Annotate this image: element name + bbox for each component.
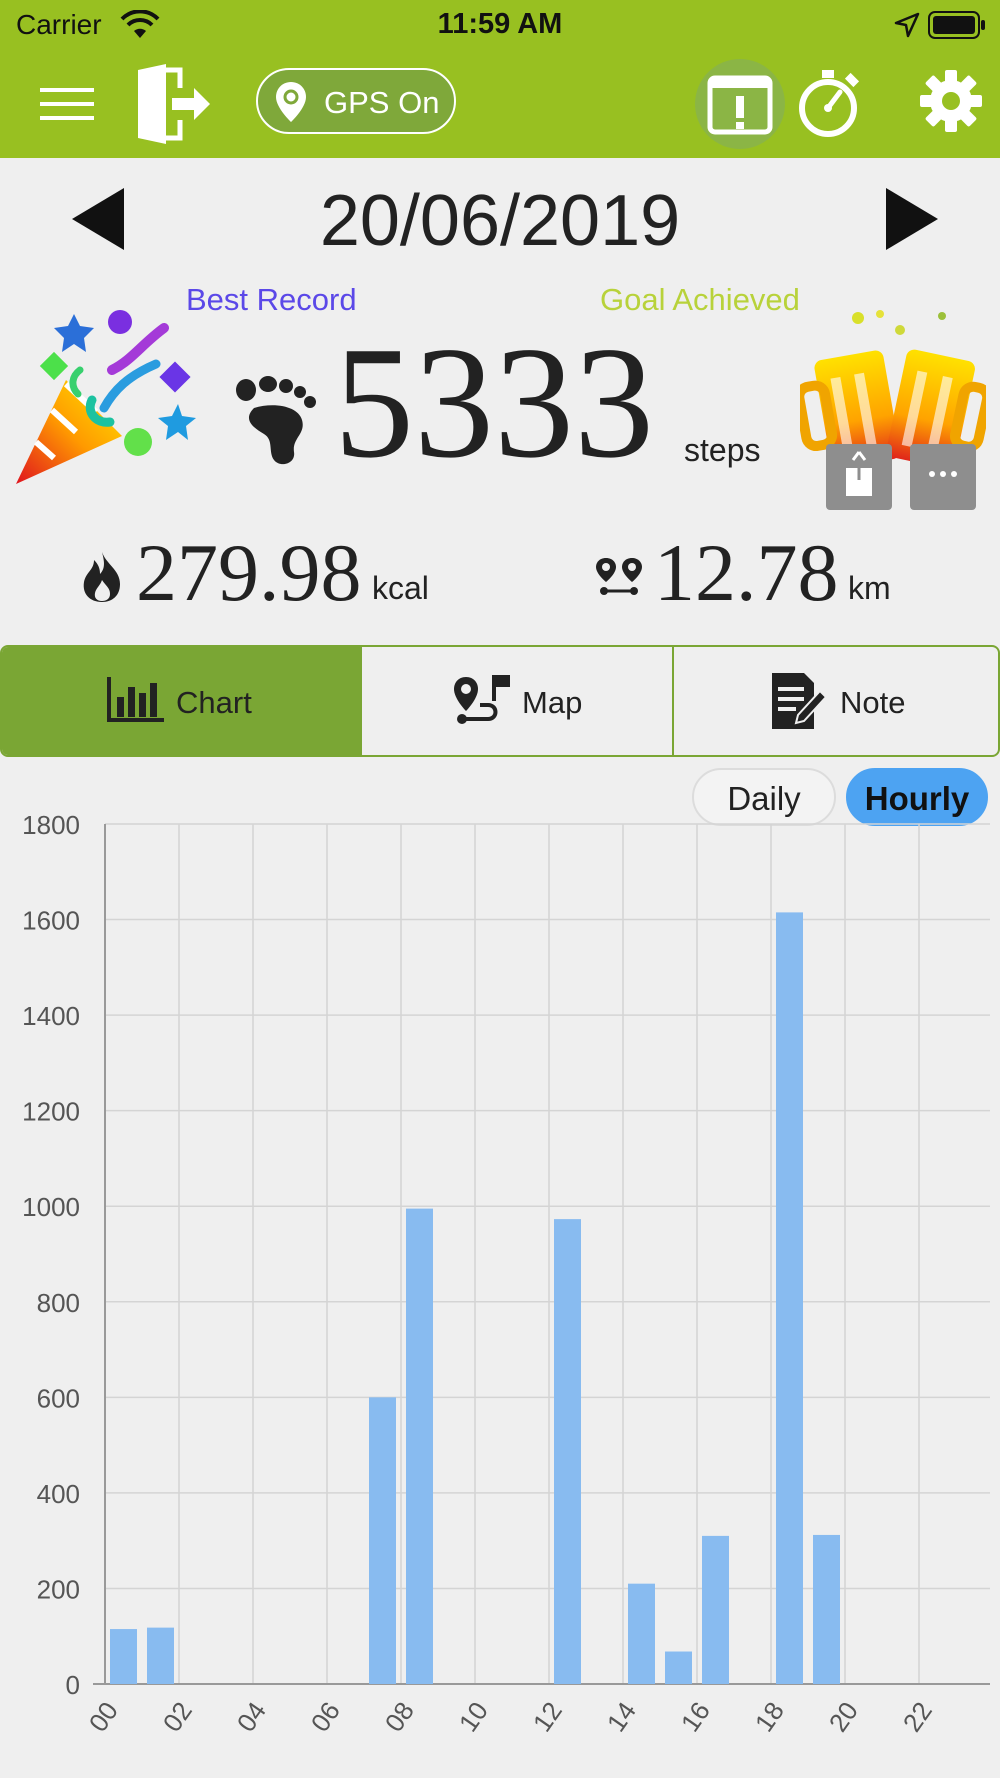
ellipsis-icon [929, 471, 957, 477]
bar-hour-15 [665, 1651, 692, 1684]
y-tick-label: 200 [37, 1574, 80, 1604]
calories-unit: kcal [372, 570, 429, 606]
x-tick-label: 22 [897, 1696, 938, 1737]
exit-door-icon[interactable] [136, 64, 210, 144]
x-tick-label: 18 [749, 1696, 790, 1737]
y-tick-label: 1200 [22, 1097, 80, 1127]
menu-icon[interactable] [40, 86, 94, 122]
tab-chart[interactable]: Chart [2, 647, 360, 755]
status-bar: Carrier 11:59 AM [0, 0, 1000, 52]
steps-count: 5333 [334, 313, 654, 491]
battery-icon [928, 11, 985, 39]
bar-hour-12 [554, 1219, 581, 1684]
bar-hour-01 [147, 1627, 174, 1684]
calories-value: 279.98 [136, 527, 362, 618]
y-tick-label: 1800 [22, 810, 80, 840]
location-arrow-icon [894, 12, 920, 38]
share-icon [846, 451, 872, 496]
x-tick-label: 10 [453, 1696, 494, 1737]
party-popper-icon [16, 310, 196, 484]
view-tabs: Chart Map Note [0, 645, 1000, 757]
y-tick-label: 1400 [22, 1001, 80, 1031]
tab-map-label: Map [522, 685, 583, 720]
x-tick-label: 04 [231, 1696, 272, 1737]
note-edit-icon [772, 673, 828, 729]
gear-icon[interactable] [920, 70, 982, 132]
x-tick-label: 00 [83, 1696, 124, 1737]
hourly-steps-chart: 0 200 400 600 800 1000 1200 1400 1600 1800 00 02 04 0… [0, 800, 1000, 1778]
share-button[interactable] [826, 444, 892, 510]
calendar-alert-icon[interactable] [694, 58, 786, 150]
bar-hour-14 [628, 1583, 655, 1684]
steps-unit: steps [684, 432, 761, 468]
top-toolbar: GPS On [0, 52, 1000, 158]
tab-note[interactable]: Note [672, 647, 998, 755]
bar-hour-16 [702, 1535, 729, 1684]
stopwatch-icon[interactable] [796, 66, 862, 138]
y-tick-label: 600 [37, 1383, 80, 1413]
x-tick-label: 06 [305, 1696, 346, 1737]
flame-icon [83, 552, 120, 602]
tab-note-label: Note [840, 685, 906, 720]
gps-toggle-button[interactable]: GPS On [256, 68, 456, 134]
distance-value: 12.78 [654, 527, 839, 618]
current-date: 20/06/2019 [319, 181, 681, 261]
bar-chart-icon [107, 677, 164, 722]
gps-pin-icon [276, 82, 306, 122]
more-options-button[interactable] [910, 444, 976, 510]
y-tick-label: 1000 [22, 1192, 80, 1222]
route-distance-icon [596, 558, 642, 595]
bar-chart: 0 200 400 600 800 1000 1200 1400 1600 1800 00 02 04 0… [22, 810, 990, 1737]
x-tick-label: 08 [379, 1696, 420, 1737]
best-record-badge: Best Record [186, 282, 357, 317]
gps-label: GPS On [324, 85, 440, 120]
x-tick-label: 02 [157, 1696, 198, 1737]
bar-hour-18 [776, 912, 803, 1684]
distance-unit: km [848, 570, 891, 606]
x-tick-label: 14 [601, 1696, 642, 1737]
date-navigator: 20/06/2019 [0, 170, 1000, 270]
x-tick-label: 20 [823, 1696, 864, 1737]
bar-hour-00 [110, 1629, 137, 1684]
x-tick-label: 12 [527, 1696, 568, 1737]
bar-hour-07 [369, 1397, 396, 1684]
bar-hour-19 [813, 1534, 840, 1684]
y-tick-label: 0 [66, 1670, 80, 1700]
x-tick-label: 16 [675, 1696, 716, 1737]
footprint-icon [236, 376, 316, 465]
y-tick-label: 400 [37, 1479, 80, 1509]
tab-map[interactable]: Map [360, 647, 672, 755]
map-route-icon [454, 675, 510, 724]
clock: 11:59 AM [437, 8, 563, 40]
bar-hour-08 [406, 1208, 433, 1684]
y-tick-label: 1600 [22, 906, 80, 936]
y-tick-label: 800 [37, 1288, 80, 1318]
tab-chart-label: Chart [176, 685, 252, 720]
next-day-button[interactable] [884, 188, 938, 250]
